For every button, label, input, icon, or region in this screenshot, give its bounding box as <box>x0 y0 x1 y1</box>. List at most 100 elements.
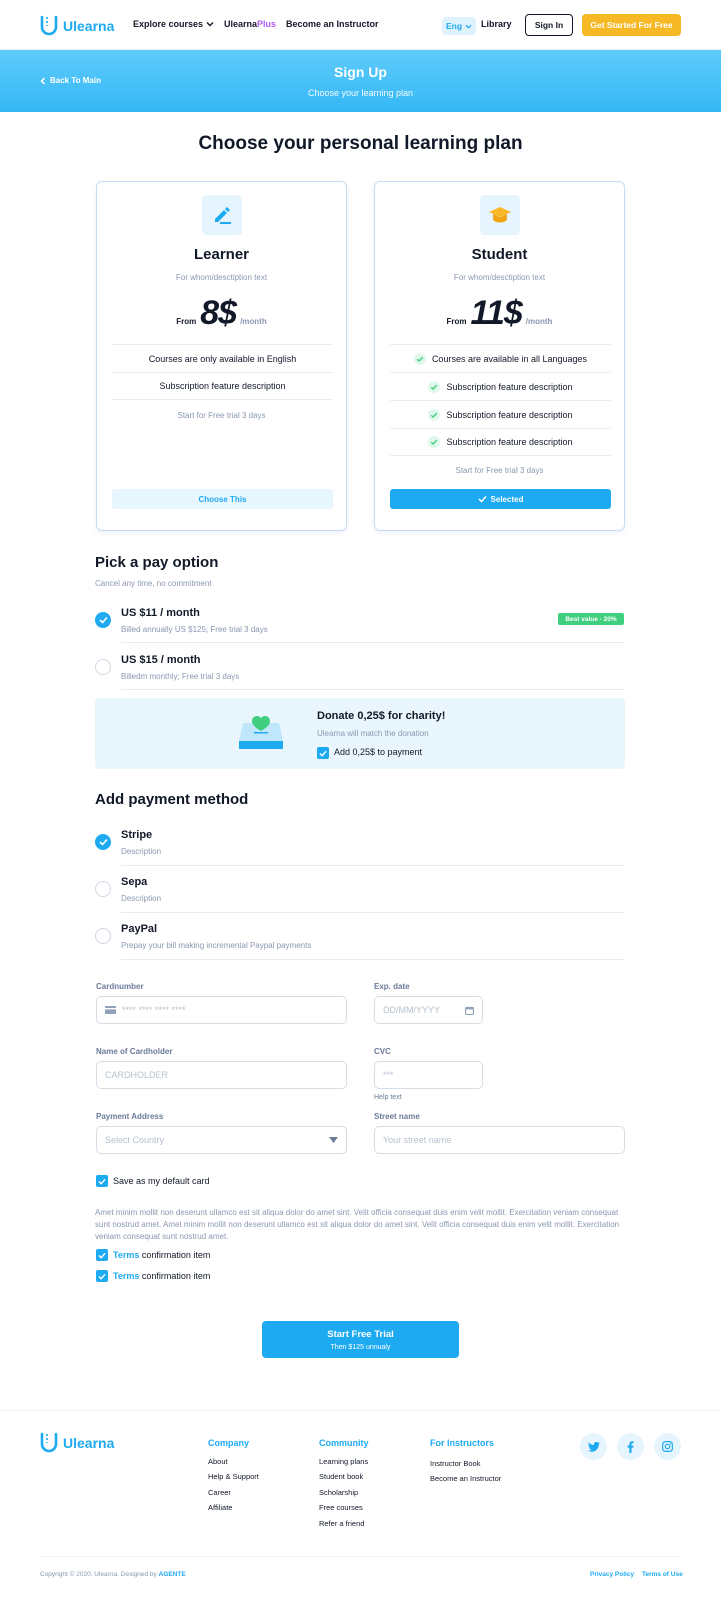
signup-title: Sign Up <box>334 64 387 80</box>
language-label: Eng <box>445 21 463 31</box>
plan-feature-label: Courses are available in all Languages <box>431 353 588 364</box>
footer-link[interactable]: Instructor Book <box>430 1459 480 1468</box>
cardholder-label: Name of Cardholder <box>96 1047 173 1056</box>
footer-link[interactable]: Help & Support <box>208 1472 259 1481</box>
cvc-label: CVC <box>374 1047 391 1056</box>
plan-icon-student <box>480 195 520 235</box>
price-period: /month <box>240 317 267 326</box>
payment-method-radio-paypal[interactable] <box>95 928 111 944</box>
become-instructor-link[interactable]: Become an Instructor <box>286 19 379 29</box>
instagram-button[interactable] <box>654 1433 681 1460</box>
exp-date-placeholder: DD/MM/YYYY <box>383 1005 441 1015</box>
plan-card-student[interactable]: Student For whom/desctiption text From 1… <box>374 181 625 531</box>
plan-feature: Courses are only available in English <box>112 344 333 372</box>
card-number-field[interactable]: **** **** **** **** <box>96 996 347 1024</box>
instagram-icon <box>662 1441 673 1452</box>
plan-trial-text: Start for Free trial 3 days <box>455 466 544 475</box>
calendar-icon[interactable] <box>465 1006 474 1015</box>
selected-plan-button[interactable]: Selected <box>390 489 611 509</box>
sign-in-button[interactable]: Sign In <box>525 14 573 36</box>
price-from: From <box>446 317 467 326</box>
pay-option-title: Pick a pay option <box>95 554 219 571</box>
footer-link[interactable]: Learning plans <box>319 1457 368 1466</box>
check-icon <box>319 750 327 757</box>
terms-checkbox-2[interactable] <box>96 1270 108 1282</box>
charity-checkbox[interactable] <box>317 747 329 759</box>
cvc-field[interactable]: *** <box>374 1061 483 1089</box>
plan-name: Learner <box>193 246 250 263</box>
terms-link[interactable]: Terms <box>113 1250 139 1260</box>
explore-courses-label: Explore courses <box>133 19 204 29</box>
country-placeholder: Select Country <box>105 1135 165 1145</box>
country-select[interactable]: Select Country <box>96 1126 347 1154</box>
choose-plan-button[interactable]: Choose This <box>112 489 333 509</box>
footer-link[interactable]: About <box>208 1457 228 1466</box>
plan-icon-learner <box>202 195 242 235</box>
ulearna-plus-link[interactable]: UlearnaPlus <box>224 19 276 29</box>
pay-option-radio-monthly[interactable] <box>95 659 111 675</box>
footer-heading-instructors: For Instructors <box>430 1438 495 1448</box>
payment-method-radio-stripe[interactable] <box>95 834 111 850</box>
designer-link[interactable]: AGENTE <box>159 1571 186 1578</box>
brand-logo[interactable]: Ulearna <box>39 15 114 37</box>
charity-title: Donate 0,25$ for charity! <box>317 710 446 722</box>
facebook-button[interactable] <box>617 1433 644 1460</box>
cardholder-field[interactable]: CARDHOLDER <box>96 1061 347 1089</box>
payment-method-sub-paypal: Prepay your bill making incremental Payp… <box>121 941 312 950</box>
pay-option-radio-annual[interactable] <box>95 612 111 628</box>
payment-method-radio-sepa[interactable] <box>95 881 111 897</box>
language-selector[interactable]: Eng <box>442 17 476 35</box>
library-link[interactable]: Library <box>481 19 512 29</box>
exp-date-label: Exp. date <box>374 982 410 991</box>
legal-text: Amet minim mollit non deserunt ullamco e… <box>95 1208 620 1241</box>
twitter-button[interactable] <box>580 1433 607 1460</box>
footer-link[interactable]: Become an Instructor <box>430 1474 501 1483</box>
start-free-trial-button[interactable]: Start Free Trial Then $125 unnualy <box>262 1321 459 1358</box>
footer-link[interactable]: Scholarship <box>319 1488 358 1497</box>
brand-name: Ulearna <box>63 18 115 34</box>
terms-rest: confirmation item <box>141 1250 211 1260</box>
save-default-label: Save as my default card <box>113 1176 210 1186</box>
copyright: Copyright © 2020. Ulearna. Designed by A… <box>40 1571 186 1578</box>
plan-card-learner[interactable]: Learner For whom/desctiption text From 8… <box>96 181 347 531</box>
terms-link[interactable]: Terms <box>113 1271 139 1281</box>
plus-label: Plus <box>257 19 277 29</box>
terms-checkbox-1[interactable] <box>96 1249 108 1261</box>
privacy-policy-link[interactable]: Privacy Policy <box>590 1571 634 1578</box>
terms-label-1: Terms confirmation item <box>113 1250 210 1260</box>
pay-option-sub-annual: Billed annually US $125; Free trial 3 da… <box>121 625 268 634</box>
payment-method-title-paypal: PayPal <box>121 923 158 935</box>
cvc-help-text: Help text <box>374 1094 402 1101</box>
street-name-field[interactable]: Your street name <box>374 1126 625 1154</box>
caret-down-icon <box>329 1137 338 1143</box>
plan-price: From 11$ /month <box>375 294 624 333</box>
save-default-checkbox[interactable] <box>96 1175 108 1187</box>
exp-date-field[interactable]: DD/MM/YYYY <box>374 996 483 1024</box>
terms-of-use-link[interactable]: Terms of Use <box>642 1571 683 1578</box>
footer-link[interactable]: Affiliate <box>208 1503 232 1512</box>
pay-option-sub-monthly: Billedm monthly; Free trial 3 days <box>121 672 240 681</box>
payment-address-label: Payment Address <box>96 1112 164 1121</box>
check-icon <box>98 1273 106 1280</box>
explore-courses-menu[interactable]: Explore courses <box>133 19 214 29</box>
charity-box: Donate 0,25$ for charity! Ulearna will m… <box>95 698 625 769</box>
price-amount: 8$ <box>200 294 237 332</box>
footer-link[interactable]: Student book <box>319 1472 363 1481</box>
divider <box>121 689 625 690</box>
footer-heading-company: Company <box>208 1438 250 1448</box>
best-value-badge: Best value - 20% <box>558 613 624 625</box>
price-from: From <box>176 317 197 326</box>
get-started-button[interactable]: Get Started For Free <box>582 14 681 36</box>
footer-link[interactable]: Refer a friend <box>319 1519 364 1528</box>
check-icon <box>98 616 108 624</box>
payment-method-title-stripe: Stripe <box>121 829 153 841</box>
footer-link[interactable]: Free courses <box>319 1503 363 1512</box>
check-icon <box>413 352 426 365</box>
payment-method-sub-sepa: Description <box>121 894 162 903</box>
divider <box>121 642 625 643</box>
footer-link[interactable]: Career <box>208 1488 231 1497</box>
footer-brand-name: Ulearna <box>63 1435 115 1451</box>
pay-option-subtitle: Cancel any time, no commitment <box>95 579 212 588</box>
footer-logo[interactable]: Ulearna <box>39 1432 114 1454</box>
check-icon <box>478 495 487 503</box>
